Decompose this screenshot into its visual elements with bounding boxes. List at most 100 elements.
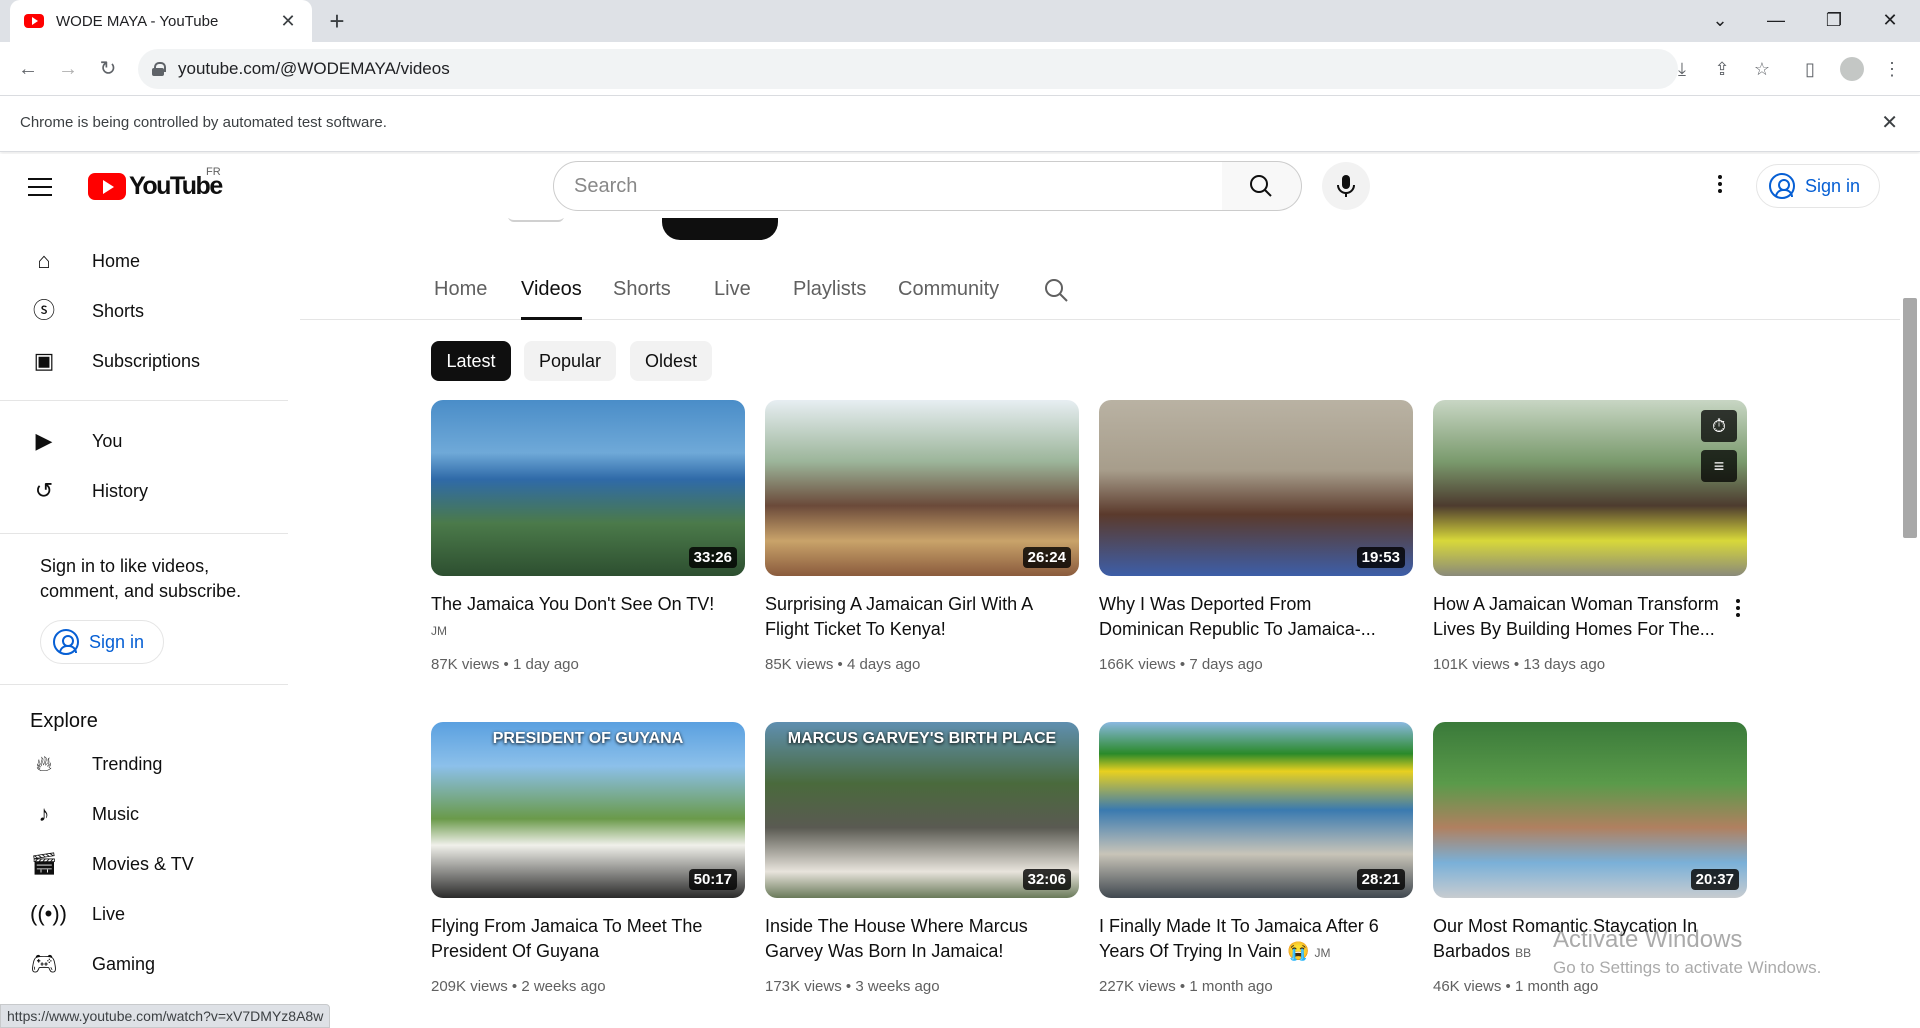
video-duration: 28:21 [1356,869,1405,890]
sidebar-item-label: Shorts [92,300,145,321]
install-app-icon[interactable]: ⤓ [1670,57,1694,81]
tab-home[interactable]: Home [434,278,487,320]
browser-toolbar: ← → ↻ youtube.com/@WODEMAYA/videos ⤓ ⇪ ☆… [0,42,1920,96]
video-card[interactable]: MARCUS GARVEY'S BIRTH PLACE 32:06 Inside… [765,722,1079,995]
tab-shorts[interactable]: Shorts [613,278,671,320]
bookmark-star-icon[interactable]: ☆ [1750,57,1774,81]
back-icon[interactable]: ← [14,55,42,83]
restore-icon[interactable]: ❐ [1806,0,1862,40]
chip-latest[interactable]: Latest [431,341,511,381]
explore-heading: Explore [30,710,98,732]
sidebar-item-you[interactable]: ▶ You [0,416,288,466]
add-to-queue-icon[interactable]: ≡ [1701,450,1737,482]
sidebar-item-label: Movies & TV [92,853,194,874]
browser-tab-strip: WODE MAYA - YouTube ✕ + ⌄ — ❐ ✕ [0,0,1920,42]
sidebar-item-label: You [92,430,123,451]
chip-oldest[interactable]: Oldest [630,341,712,381]
subscriptions-icon: ▣ [33,348,55,373]
sidebar-item-home[interactable]: ⌂ Home [0,236,288,286]
sidebar-item-history[interactable]: ↺ History [0,466,288,516]
video-country-tag: JM [431,624,447,638]
sign-in-button[interactable]: Sign in [1756,164,1880,208]
video-card[interactable]: PRESIDENT OF GUYANA 50:17 Flying From Ja… [431,722,745,995]
video-thumbnail[interactable]: 19:53 [1099,400,1413,576]
video-card[interactable]: ⏱ ≡ How A Jamaican Woman Transform Lives… [1433,400,1747,673]
minimize-icon[interactable]: — [1748,0,1804,40]
page-scrollbar[interactable] [1900,154,1920,1028]
youtube-logo[interactable]: YouTube [88,172,223,201]
hamburger-menu-icon[interactable] [28,172,62,200]
video-title[interactable]: Flying From Jamaica To Meet The Presiden… [431,914,731,964]
shorts-icon: ⓢ [32,298,55,323]
video-options-kebab-icon[interactable] [1730,596,1746,622]
history-icon: ↺ [34,478,54,503]
sidebar-item-label: Music [92,803,140,824]
sidebar-item-subscriptions[interactable]: ▣ Subscriptions [0,336,288,386]
video-card[interactable]: 33:26 The Jamaica You Don't See On TV! J… [431,400,745,673]
video-title[interactable]: Why I Was Deported From Dominican Republ… [1099,592,1399,642]
video-title[interactable]: The Jamaica You Don't See On TV! JM [431,592,731,642]
sidebar-item-gaming[interactable]: 🎮︎ Gaming [0,939,288,989]
video-thumbnail[interactable]: 33:26 [431,400,745,576]
sidebar-item-movies[interactable]: 🎬︎ Movies & TV [0,839,288,889]
chrome-menu-icon[interactable]: ⋮ [1880,57,1904,81]
browser-tab[interactable]: WODE MAYA - YouTube ✕ [10,0,312,42]
tab-playlists[interactable]: Playlists [793,278,866,320]
tab-community[interactable]: Community [898,278,999,320]
address-bar[interactable]: youtube.com/@WODEMAYA/videos [138,49,1678,89]
search-button[interactable] [1222,161,1302,211]
video-thumbnail[interactable]: 28:21 [1099,722,1413,898]
tab-live[interactable]: Live [714,278,751,320]
video-card[interactable]: 28:21 I Finally Made It To Jamaica After… [1099,722,1413,995]
channel-tabs: Home Videos Shorts Live Playlists Commun… [300,270,1900,320]
sidebar-divider [0,400,288,401]
sidebar-item-trending[interactable]: 🔥︎ Trending [0,739,288,789]
account-icon [53,629,79,655]
scrollbar-thumb[interactable] [1903,298,1917,538]
tab-videos[interactable]: Videos [521,278,582,320]
video-duration: 32:06 [1022,869,1071,890]
video-thumbnail[interactable]: 26:24 [765,400,1079,576]
close-window-icon[interactable]: ✕ [1862,0,1918,40]
share-icon[interactable]: ⇪ [1710,57,1734,81]
video-title[interactable]: Surprising A Jamaican Girl With A Flight… [765,592,1065,642]
video-thumbnail[interactable]: MARCUS GARVEY'S BIRTH PLACE 32:06 [765,722,1079,898]
tab-search-chevron-icon[interactable]: ⌄ [1692,0,1748,40]
video-thumbnail[interactable]: ⏱ ≡ [1433,400,1747,576]
sidebar-item-label: Trending [92,753,163,774]
link-status-bar: https://www.youtube.com/watch?v=xV7DMYz8… [0,1004,331,1028]
sidebar-item-music[interactable]: ♪ Music [0,789,288,839]
profile-icon[interactable] [1840,57,1864,81]
new-tab-icon[interactable]: + [322,6,352,36]
close-infobar-icon[interactable]: ✕ [1881,110,1898,135]
voice-search-button[interactable] [1322,162,1370,210]
side-panel-icon[interactable]: ▯ [1798,57,1822,81]
video-card[interactable]: 26:24 Surprising A Jamaican Girl With A … [765,400,1079,673]
video-thumbnail[interactable]: PRESIDENT OF GUYANA 50:17 [431,722,745,898]
chip-popular[interactable]: Popular [524,341,616,381]
sidebar-item-label: Gaming [92,953,156,974]
sidebar-item-live[interactable]: ((•)) Live [0,889,288,939]
channel-search-icon[interactable] [1042,276,1070,304]
url-text[interactable]: youtube.com/@WODEMAYA/videos [178,59,450,79]
sidebar-sign-in-button[interactable]: Sign in [40,620,164,664]
video-duration: 26:24 [1022,547,1071,568]
video-title[interactable]: Inside The House Where Marcus Garvey Was… [765,914,1065,964]
watch-later-icon[interactable]: ⏱ [1701,410,1737,442]
video-meta: 101K views • 13 days ago [1433,656,1606,673]
lock-icon[interactable] [152,62,166,76]
microphone-icon [1337,175,1355,197]
video-country-tag: BB [1515,946,1532,960]
sidebar-item-shorts[interactable]: ⓢ Shorts [0,286,288,336]
automation-infobar: Chrome is being controlled by automated … [0,96,1920,152]
settings-kebab-icon[interactable] [1708,172,1732,200]
video-card[interactable]: 19:53 Why I Was Deported From Dominican … [1099,400,1413,673]
video-title[interactable]: I Finally Made It To Jamaica After 6 Yea… [1099,914,1399,964]
close-tab-icon[interactable]: ✕ [278,11,298,32]
search-input[interactable]: Search [553,161,1223,211]
reload-icon[interactable]: ↻ [94,55,122,83]
forward-icon[interactable]: → [54,55,82,83]
video-thumbnail[interactable]: 20:37 [1433,722,1747,898]
sidebar-item-label: History [92,480,149,501]
video-title[interactable]: How A Jamaican Woman Transform Lives By … [1433,592,1733,642]
